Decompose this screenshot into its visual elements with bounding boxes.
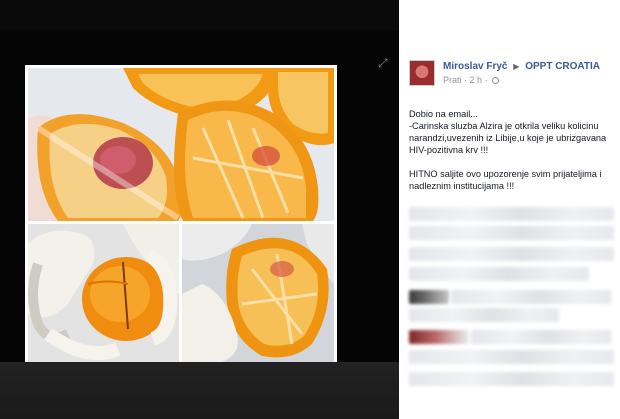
blurred-comment <box>409 267 589 281</box>
post-photo[interactable] <box>25 65 337 365</box>
post-meta: Prati · 2 h · <box>443 75 500 85</box>
follow-link[interactable]: Prati <box>443 75 462 85</box>
viewer-top-bar <box>0 0 399 30</box>
meta-separator: · <box>484 75 488 85</box>
post-paragraph-2: HITNO saljite ovo upozorenje svim prijat… <box>409 169 602 191</box>
blurred-comment <box>409 308 559 322</box>
blurred-comment-input <box>409 372 614 386</box>
blurred-actions <box>409 207 614 221</box>
author-avatar[interactable] <box>409 60 435 86</box>
blurred-comment <box>409 350 614 364</box>
expand-icon[interactable]: ⤢ <box>378 57 390 69</box>
photo-panel-bottom-left <box>28 224 179 362</box>
meta-separator: · <box>464 75 468 85</box>
photo-panel-top <box>28 68 334 221</box>
blurred-likes <box>409 226 614 240</box>
post-time[interactable]: 2 h <box>470 75 483 85</box>
photo-panel-bottom-right <box>182 224 334 362</box>
blurred-commenter-avatar <box>409 330 469 344</box>
post-text: Dobio na email... -Carinska sluzba Alzir… <box>409 108 614 204</box>
post-header: Miroslav Fryč ▶ OPPT CROATIA <box>443 61 600 72</box>
blurred-comment <box>409 247 614 261</box>
globe-icon <box>492 77 500 84</box>
target-page-link[interactable]: OPPT CROATIA <box>525 61 600 72</box>
photo-viewer: ⤢ <box>0 0 399 419</box>
author-name-link[interactable]: Miroslav Fryč <box>443 61 507 72</box>
post-line-1: Dobio na email... <box>409 109 478 119</box>
post-sidebar: Miroslav Fryč ▶ OPPT CROATIA Prati · 2 h… <box>399 0 620 419</box>
blurred-comment <box>451 290 611 304</box>
viewer-bottom-bar <box>0 362 399 419</box>
blurred-commenter-avatar <box>409 290 449 304</box>
post-line-2: -Carinska sluzba Alzira je otkrila velik… <box>409 121 607 155</box>
share-arrow-icon: ▶ <box>513 62 520 71</box>
blurred-comment <box>471 330 611 344</box>
